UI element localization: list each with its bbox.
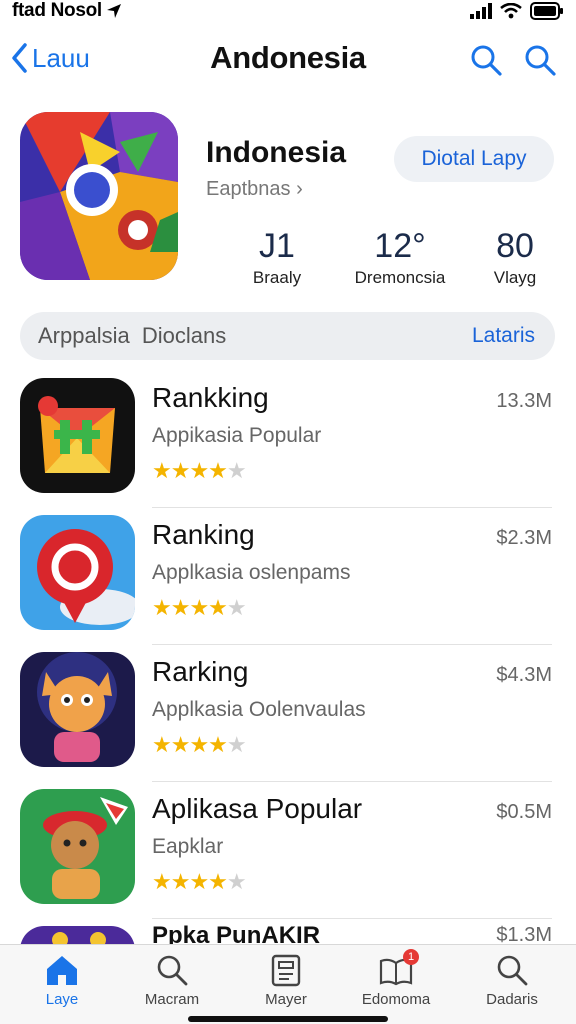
stat-value: 12°	[374, 227, 426, 265]
divider	[152, 781, 552, 782]
document-icon	[271, 954, 301, 987]
app-list-item[interactable]: Rankking Appikasia Popular ★★★★★ 13.3M	[0, 372, 576, 508]
status-icons	[470, 2, 564, 20]
app-list-item[interactable]: Aplikasa Popular Eapklar ★★★★★ $0.5M	[0, 783, 576, 919]
app-title: Rarking	[152, 656, 249, 687]
divider	[152, 507, 552, 508]
tab-label: Macram	[144, 991, 200, 1008]
tab-label: Laye	[45, 991, 79, 1008]
search-icon[interactable]	[522, 42, 558, 78]
featured-app-name: Indonesia	[206, 136, 347, 169]
home-indicator	[188, 1016, 388, 1022]
tab-documents[interactable]: Mayer	[234, 953, 338, 1008]
stat-label: Dremoncsia	[354, 268, 446, 287]
tab-label: Dadaris	[486, 991, 538, 1008]
app-list-item[interactable]: Ranking Applkasia oslenpams ★★★★★ $2.3M	[0, 509, 576, 645]
app-size-label: $0.5M	[496, 801, 552, 823]
featured-app-icon[interactable]	[20, 112, 178, 280]
star-rating: ★★★★★	[152, 732, 247, 757]
app-icon	[20, 789, 135, 904]
stat-item: Ј1 Braaly	[232, 226, 322, 288]
star-rating: ★★★★★	[152, 458, 247, 483]
app-size-label: $1.3M	[496, 924, 552, 944]
app-title: Ranking	[152, 519, 255, 550]
wifi-icon	[500, 3, 522, 19]
navigation-bar: Lauu Andonesia	[0, 34, 576, 90]
battery-icon	[530, 2, 563, 20]
app-size-label: $4.3M	[496, 664, 552, 686]
carrier-text: ftad Nosol	[12, 0, 102, 21]
stat-label: Vlayg	[493, 268, 537, 287]
tab-label: Mayer	[265, 991, 307, 1008]
search-icon[interactable]	[468, 42, 504, 78]
app-subtitle: Applkasia oslenpams	[152, 561, 351, 584]
star-rating: ★★★★★	[152, 595, 247, 620]
app-icon	[20, 515, 135, 630]
tab-home[interactable]: Laye	[10, 953, 114, 1008]
divider	[152, 644, 552, 645]
app-icon	[20, 652, 135, 767]
app-size-label: 13.3M	[496, 390, 552, 412]
app-title: Ppka PunAKIR	[152, 922, 321, 944]
category-filter-bar: Arppalsia Dioclans Lataris	[20, 312, 555, 360]
location-arrow-icon	[106, 4, 121, 18]
status-bar: ftad Nosol	[0, 0, 576, 24]
app-title: Aplikasa Popular	[152, 793, 363, 824]
featured-app-developer-link[interactable]: Eaptbnas ›	[206, 178, 303, 201]
search-icon	[157, 955, 188, 986]
app-size-label: $2.3M	[496, 527, 552, 549]
app-list-item[interactable]: Rarking Applkasia Oolenvaulas ★★★★★ $4.3…	[0, 646, 576, 782]
stat-value: 80	[496, 227, 534, 265]
stat-value: Ј1	[259, 227, 295, 265]
featured-app-action-button[interactable]: Diotal Lapy	[394, 136, 554, 182]
tab-bar: Laye Macram Mayer 1 Edomoma Dadaris	[0, 944, 576, 1024]
cellular-signal-icon	[470, 3, 492, 19]
stat-item: 80 Vlayg	[470, 226, 560, 288]
divider	[152, 918, 552, 919]
tab-label: Edomoma	[361, 991, 431, 1008]
tab-details[interactable]: Dadaris	[460, 953, 564, 1008]
app-subtitle: Applkasia Oolenvaulas	[152, 698, 366, 721]
stat-label: Braaly	[252, 268, 302, 287]
category-label[interactable]: Arppalsia Dioclans	[38, 323, 226, 349]
stat-item: 12° Dremoncsia	[340, 226, 460, 288]
search-icon	[497, 955, 528, 986]
home-icon	[47, 956, 77, 985]
notification-badge: 1	[403, 949, 419, 965]
carrier-label: ftad Nosol	[12, 0, 122, 22]
see-all-link[interactable]: Lataris	[472, 324, 535, 348]
star-rating: ★★★★★	[152, 869, 247, 894]
app-subtitle: Appikasia Popular	[152, 424, 322, 447]
tab-library[interactable]: 1 Edomoma	[344, 949, 448, 1008]
app-list-item[interactable]: Ppka PunAKIR $1.3M	[0, 920, 576, 944]
app-title: Rankking	[152, 382, 269, 413]
tab-search[interactable]: Macram	[120, 953, 224, 1008]
app-icon	[20, 378, 135, 493]
featured-app-header: Indonesia Eaptbnas › Diotal Lapy Ј1 Braa…	[0, 108, 576, 288]
app-subtitle: Eapklar	[152, 835, 224, 858]
app-icon	[20, 926, 135, 944]
